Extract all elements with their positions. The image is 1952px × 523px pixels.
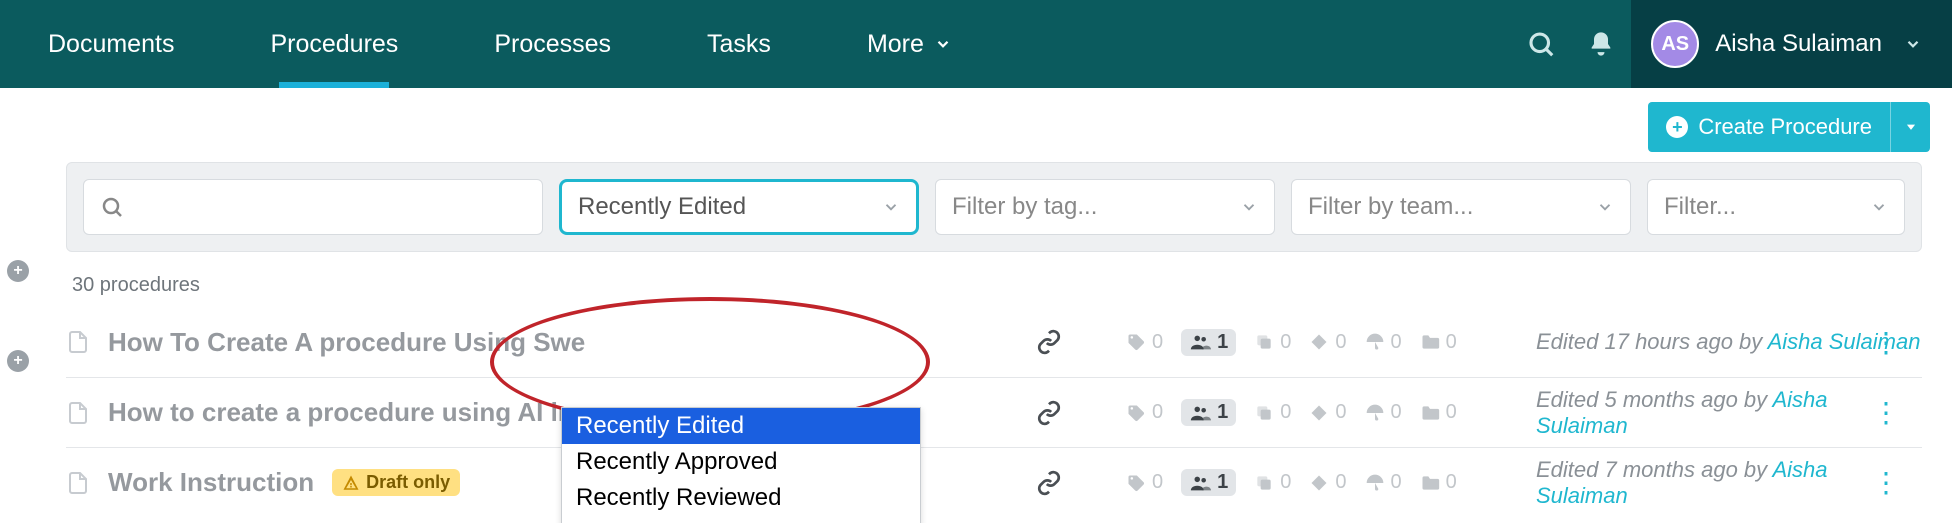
- sort-option[interactable]: Oldest Reviewed: [562, 516, 920, 523]
- link-icon[interactable]: [1036, 400, 1062, 426]
- chevron-down-icon: [1904, 35, 1922, 53]
- nav-processes[interactable]: Processes: [446, 0, 659, 88]
- results-count: 30 procedures: [72, 274, 1922, 297]
- procedure-row[interactable]: How to create a procedure using AI in 0 …: [66, 377, 1922, 447]
- search-icon[interactable]: [1511, 14, 1571, 74]
- sort-dropdown[interactable]: Recently Edited: [559, 179, 919, 235]
- stat-folder: 0: [1420, 471, 1457, 494]
- filter-team-dropdown[interactable]: Filter by team...: [1291, 179, 1631, 235]
- chevron-down-icon: [1240, 198, 1258, 216]
- row-stats: 0 1 0 0 0: [1126, 469, 1457, 496]
- row-stats: 0 1 0 0 0: [1126, 329, 1457, 356]
- stat-copies: 0: [1254, 471, 1291, 494]
- bell-icon[interactable]: [1571, 14, 1631, 74]
- sort-option[interactable]: Recently Edited: [562, 408, 920, 444]
- procedure-title: Work Instruction: [108, 467, 314, 498]
- chevron-down-icon: [934, 35, 952, 53]
- nav-left: Documents Procedures Processes Tasks Mor…: [0, 0, 1000, 88]
- procedure-row[interactable]: How To Create A procedure Using Swe 0 1: [66, 307, 1922, 377]
- stat-umbrella: 0: [1365, 401, 1402, 424]
- chevron-down-icon: [1596, 198, 1614, 216]
- nav-more[interactable]: More: [819, 0, 1000, 88]
- stat-umbrella: 0: [1365, 331, 1402, 354]
- search-input[interactable]: [83, 179, 543, 235]
- procedure-title: How To Create A procedure Using Swe: [108, 327, 585, 358]
- action-bar: + Create Procedure: [0, 88, 1952, 152]
- stat-diamond: 0: [1309, 331, 1346, 354]
- document-icon: [66, 468, 90, 498]
- stat-tags: 0: [1126, 331, 1163, 354]
- create-procedure-button[interactable]: + Create Procedure: [1648, 102, 1930, 152]
- search-icon: [100, 195, 124, 219]
- stat-tags: 0: [1126, 471, 1163, 494]
- rail-add-2[interactable]: +: [7, 350, 29, 372]
- row-edited: Edited 7 months ago by Aisha Sulaiman: [1536, 457, 1922, 509]
- row-stats: 0 1 0 0 0: [1126, 399, 1457, 426]
- row-menu-icon[interactable]: ⋮: [1872, 326, 1900, 359]
- user-name-label: Aisha Sulaiman: [1715, 30, 1882, 58]
- nav-tasks[interactable]: Tasks: [659, 0, 819, 88]
- nav-right: AS Aisha Sulaiman: [1511, 0, 1952, 88]
- procedure-row[interactable]: Work Instruction Draft only 0 1: [66, 447, 1922, 517]
- plus-circle-icon: +: [1666, 116, 1688, 138]
- sort-option[interactable]: Recently Reviewed: [562, 480, 920, 516]
- main-column: Recently Edited Filter by tag... Filter …: [36, 152, 1952, 517]
- nav-documents[interactable]: Documents: [0, 0, 222, 88]
- link-icon[interactable]: [1036, 470, 1062, 496]
- row-edited: Edited 5 months ago by Aisha Sulaiman: [1536, 387, 1922, 439]
- stat-umbrella: 0: [1365, 471, 1402, 494]
- link-icon[interactable]: [1036, 329, 1062, 355]
- draft-badge: Draft only: [332, 469, 460, 496]
- avatar: AS: [1651, 20, 1699, 68]
- document-icon: [66, 327, 90, 357]
- row-edited: Edited 17 hours ago by Aisha Sulaiman: [1536, 329, 1920, 355]
- sort-dropdown-panel: Recently Edited Recently Approved Recent…: [561, 407, 921, 523]
- filter-tag-dropdown[interactable]: Filter by tag...: [935, 179, 1275, 235]
- filter-bar: Recently Edited Filter by tag... Filter …: [66, 162, 1922, 252]
- user-menu[interactable]: AS Aisha Sulaiman: [1631, 0, 1952, 88]
- rail-add-1[interactable]: +: [7, 260, 29, 282]
- chevron-down-icon: [882, 198, 900, 216]
- row-menu-icon[interactable]: ⋮: [1872, 466, 1900, 499]
- stat-copies: 0: [1254, 331, 1291, 354]
- nav-procedures[interactable]: Procedures: [222, 0, 446, 88]
- filter-more-dropdown[interactable]: Filter...: [1647, 179, 1905, 235]
- stat-folder: 0: [1420, 401, 1457, 424]
- stat-tags: 0: [1126, 401, 1163, 424]
- stat-diamond: 0: [1309, 471, 1346, 494]
- sort-option[interactable]: Recently Approved: [562, 444, 920, 480]
- results-list: How To Create A procedure Using Swe 0 1: [66, 307, 1922, 517]
- stat-users: 1: [1181, 469, 1236, 496]
- procedure-title: How to create a procedure using AI in: [108, 397, 574, 428]
- create-procedure-caret[interactable]: [1890, 102, 1930, 152]
- stat-users: 1: [1181, 399, 1236, 426]
- document-icon: [66, 398, 90, 428]
- left-rail: + +: [0, 152, 36, 517]
- stat-copies: 0: [1254, 401, 1291, 424]
- stat-diamond: 0: [1309, 401, 1346, 424]
- stat-users: 1: [1181, 329, 1236, 356]
- stat-folder: 0: [1420, 331, 1457, 354]
- chevron-down-icon: [1870, 198, 1888, 216]
- row-menu-icon[interactable]: ⋮: [1872, 396, 1900, 429]
- top-nav: Documents Procedures Processes Tasks Mor…: [0, 0, 1952, 88]
